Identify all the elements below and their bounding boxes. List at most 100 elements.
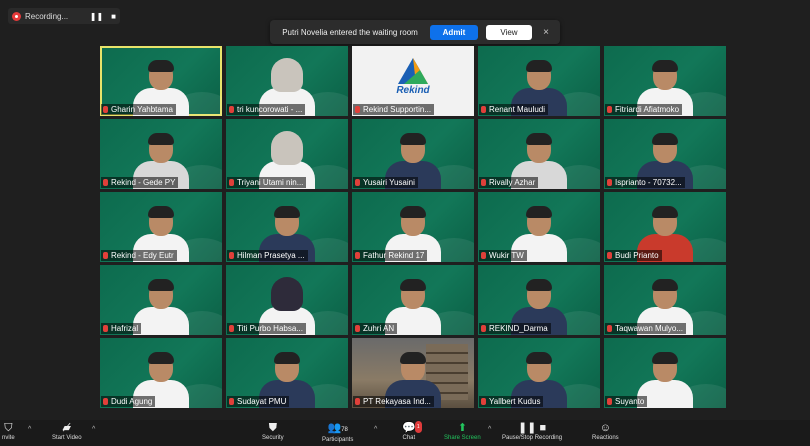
share-screen-label: Share Screen xyxy=(444,435,481,441)
emoji-icon: ☺ xyxy=(599,422,611,434)
participant-tile[interactable]: Rekind Rekind Supportin... xyxy=(352,46,474,116)
participant-tile[interactable]: Yallbert Kudus xyxy=(478,338,600,408)
reactions-button[interactable]: ☺ Reactions xyxy=(592,422,619,441)
participant-name: Yusairi Yusaini xyxy=(353,177,418,188)
pause-recording-button[interactable]: ❚❚ xyxy=(90,12,103,21)
mic-muted-icon xyxy=(229,106,234,113)
mic-muted-icon xyxy=(607,325,612,332)
share-screen-button[interactable]: ⬆ Share Screen xyxy=(444,422,481,441)
participant-name: Rekind - Gede PY xyxy=(101,177,179,188)
mic-muted-icon xyxy=(355,179,360,186)
participant-name: Wukir TW xyxy=(479,250,527,261)
participant-name: Rekind - Edy Eutr xyxy=(101,250,177,261)
participant-tile[interactable]: Hilman Prasetya ... xyxy=(226,192,348,262)
participant-name-label: Sudayat PMU xyxy=(237,397,287,406)
participant-count: 78 xyxy=(341,427,348,433)
participant-name-label: REKIND_Darma xyxy=(489,324,548,333)
participant-tile[interactable]: tri kuncorowati - ... xyxy=(226,46,348,116)
participant-tile[interactable]: Fitriardi Afiatmoko xyxy=(604,46,726,116)
participant-name: Rekind Supportin... xyxy=(353,104,435,115)
participant-tile[interactable]: Triyani Utami nin... xyxy=(226,119,348,189)
participant-name-label: Fitriardi Afiatmoko xyxy=(615,105,680,114)
participant-name-label: Rekind - Gede PY xyxy=(111,178,176,187)
participant-tile[interactable]: Rivally Azhar xyxy=(478,119,600,189)
participant-name-label: Wukir TW xyxy=(489,251,524,260)
recording-label: Recording... xyxy=(25,11,69,21)
meeting-toolbar: ⛉ nvite ^ ▰̸ Start Video ^ ⛊ Security 👥7… xyxy=(0,420,810,446)
participant-name-label: Yusairi Yusaini xyxy=(363,178,415,187)
participant-name-label: Gharin Yahbtama xyxy=(111,105,173,114)
participant-name: Sudayat PMU xyxy=(227,396,290,407)
participant-tile[interactable]: Titi Purbo Habsa... xyxy=(226,265,348,335)
participant-tile[interactable]: Dudi Agung xyxy=(100,338,222,408)
mic-muted-icon xyxy=(103,106,108,113)
security-button[interactable]: ⛊ Security xyxy=(262,422,284,441)
participant-tile[interactable]: Fathur Rekind 17 xyxy=(352,192,474,262)
participant-tile[interactable]: Sudayat PMU xyxy=(226,338,348,408)
start-video-button[interactable]: ▰̸ Start Video xyxy=(52,422,82,441)
security-label: Security xyxy=(262,435,284,441)
mic-muted-icon xyxy=(481,398,486,405)
admit-button[interactable]: Admit xyxy=(430,24,478,40)
participant-name: Dudi Agung xyxy=(101,396,156,407)
participant-name: Renant Mauludi xyxy=(479,104,549,115)
mic-muted-icon xyxy=(103,398,108,405)
participant-name-label: Triyani Utami nin... xyxy=(237,178,304,187)
participant-tile[interactable]: Yusairi Yusaini xyxy=(352,119,474,189)
participant-name-label: Budi Prianto xyxy=(615,251,659,260)
mic-muted-icon xyxy=(229,179,234,186)
participant-tile[interactable]: Budi Prianto xyxy=(604,192,726,262)
participant-tile[interactable]: Suyanto xyxy=(604,338,726,408)
participant-name-label: Dudi Agung xyxy=(111,397,153,406)
invite-label: nvite xyxy=(2,435,15,441)
pause-stop-recording-button[interactable]: ❚❚ ■ Pause/Stop Recording xyxy=(502,422,562,441)
mic-muted-icon xyxy=(607,398,612,405)
stop-recording-button[interactable]: ■ xyxy=(111,12,116,21)
chat-badge: 1 xyxy=(414,421,422,433)
waiting-room-notification: Putri Novelia entered the waiting room A… xyxy=(270,20,560,44)
participant-tile[interactable]: Taqwawan Mulyo... xyxy=(604,265,726,335)
chevron-up-icon[interactable]: ^ xyxy=(28,426,31,433)
participant-tile[interactable]: Wukir TW xyxy=(478,192,600,262)
participant-tile[interactable]: Rekind - Edy Eutr xyxy=(100,192,222,262)
participant-tile[interactable]: Hafrizal xyxy=(100,265,222,335)
waiting-room-message: Putri Novelia entered the waiting room xyxy=(282,27,418,37)
recording-toolbar-label: Pause/Stop Recording xyxy=(502,435,563,441)
participant-name-label: Rivally Azhar xyxy=(489,178,536,187)
chat-label: Chat xyxy=(402,435,416,441)
chat-icon: 💬 1 xyxy=(402,421,422,434)
mic-muted-icon xyxy=(229,252,234,259)
participant-tile[interactable]: REKIND_Darma xyxy=(478,265,600,335)
participant-name: Fathur Rekind 17 xyxy=(353,250,428,261)
mic-muted-icon xyxy=(607,106,612,113)
chat-button[interactable]: 💬 1 Chat xyxy=(402,421,422,441)
participant-tile[interactable]: PT Rekayasa Ind... xyxy=(352,338,474,408)
participant-name: Hilman Prasetya ... xyxy=(227,250,308,261)
participant-tile[interactable]: Zuhri AN xyxy=(352,265,474,335)
participant-name: Fitriardi Afiatmoko xyxy=(605,104,683,115)
participant-name-label: Taqwawan Mulyo... xyxy=(615,324,684,333)
mic-muted-icon xyxy=(355,252,360,259)
participant-tile[interactable]: Isprianto - 70732... xyxy=(604,119,726,189)
participant-name: Suyanto xyxy=(605,396,648,407)
participant-tile[interactable]: Renant Mauludi xyxy=(478,46,600,116)
participant-tile[interactable]: Gharin Yahbtama xyxy=(100,46,222,116)
mic-muted-icon xyxy=(103,179,108,186)
participants-button[interactable]: 👥78 Participants xyxy=(322,422,353,443)
close-icon[interactable]: × xyxy=(540,27,552,38)
rekind-logo-text: Rekind xyxy=(396,85,430,96)
mic-muted-icon xyxy=(355,325,360,332)
invite-button[interactable]: ⛉ nvite xyxy=(2,422,15,441)
participant-tile[interactable]: Rekind - Gede PY xyxy=(100,119,222,189)
mic-muted-icon xyxy=(607,179,612,186)
mic-muted-icon xyxy=(481,106,486,113)
participant-name-label: Zuhri AN xyxy=(363,324,395,333)
chevron-up-icon[interactable]: ^ xyxy=(374,426,377,433)
chevron-up-icon[interactable]: ^ xyxy=(92,426,95,433)
chevron-up-icon[interactable]: ^ xyxy=(488,426,491,433)
view-button[interactable]: View xyxy=(486,24,532,40)
participant-name: Triyani Utami nin... xyxy=(227,177,307,188)
participant-name-label: Titi Purbo Habsa... xyxy=(237,324,303,333)
participant-name-label: Yallbert Kudus xyxy=(489,397,541,406)
participants-icon: 👥78 xyxy=(327,422,348,434)
